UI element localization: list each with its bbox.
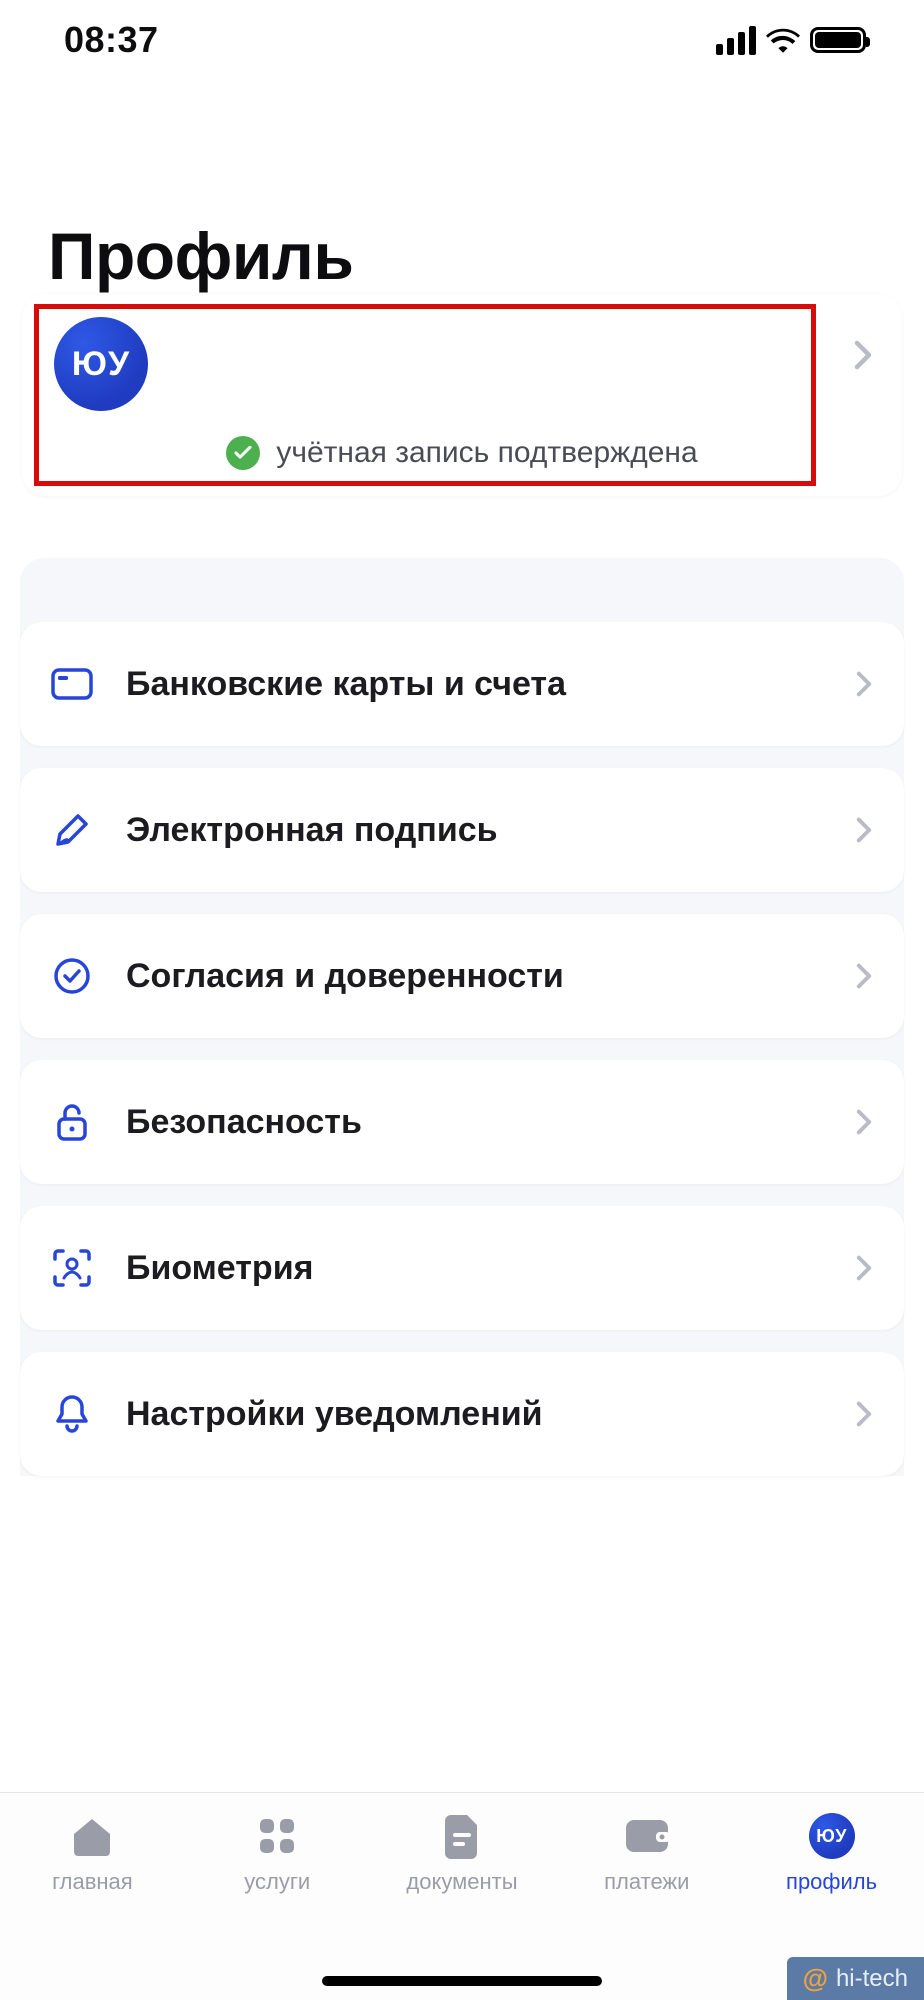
chevron-right-icon [856, 1109, 872, 1135]
profile-card[interactable]: ЮУ учётная запись подтверждена [22, 294, 902, 496]
card-icon [48, 660, 96, 708]
pen-icon [48, 806, 96, 854]
battery-icon [810, 27, 866, 53]
verified-label: учётная запись подтверждена [276, 436, 697, 470]
cellular-signal-icon [716, 26, 756, 55]
chevron-right-icon [856, 963, 872, 989]
nav-documents[interactable]: документы [387, 1811, 537, 1895]
chevron-right-icon [854, 340, 872, 370]
wallet-icon [622, 1811, 672, 1861]
list-label: Согласия и доверенности [126, 957, 826, 996]
nav-label: документы [406, 1869, 517, 1895]
watermark: @ hi-tech [787, 1957, 924, 2000]
settings-list: Банковские карты и счета Электронная под… [20, 622, 904, 1476]
home-icon [67, 1811, 117, 1861]
nav-payments[interactable]: платежи [572, 1811, 722, 1895]
watermark-text: hi-tech [836, 1965, 908, 1993]
avatar-icon: ЮУ [807, 1811, 857, 1861]
status-time: 08:37 [64, 19, 159, 61]
nav-profile[interactable]: ЮУ профиль [757, 1811, 907, 1895]
grid-icon [252, 1811, 302, 1861]
list-label: Биометрия [126, 1249, 826, 1288]
check-circle-icon [48, 952, 96, 1000]
list-item-notifications[interactable]: Настройки уведомлений [20, 1352, 904, 1476]
list-item-biometry[interactable]: Биометрия [20, 1206, 904, 1330]
bottom-nav: главная услуги документы платежи ЮУ проф… [0, 1792, 924, 2000]
home-indicator [322, 1976, 602, 1986]
status-indicators [716, 26, 866, 55]
nav-label: услуги [244, 1869, 310, 1895]
list-label: Банковские карты и счета [126, 665, 826, 704]
face-id-icon [48, 1244, 96, 1292]
nav-home[interactable]: главная [17, 1811, 167, 1895]
verified-status: учётная запись подтверждена [48, 436, 876, 470]
nav-label: профиль [786, 1869, 877, 1895]
chevron-right-icon [856, 671, 872, 697]
list-item-esign[interactable]: Электронная подпись [20, 768, 904, 892]
lock-icon [48, 1098, 96, 1146]
wifi-icon [766, 27, 800, 53]
nav-label: главная [52, 1869, 133, 1895]
list-label: Электронная подпись [126, 811, 826, 850]
list-item-consents[interactable]: Согласия и доверенности [20, 914, 904, 1038]
check-badge-icon [226, 436, 260, 470]
nav-label: платежи [604, 1869, 689, 1895]
list-label: Безопасность [126, 1103, 826, 1142]
chevron-right-icon [856, 1255, 872, 1281]
list-label: Настройки уведомлений [126, 1395, 826, 1434]
list-item-security[interactable]: Безопасность [20, 1060, 904, 1184]
document-icon [437, 1811, 487, 1861]
bell-icon [48, 1390, 96, 1438]
watermark-at: @ [803, 1963, 828, 1994]
avatar: ЮУ [54, 317, 148, 411]
chevron-right-icon [856, 817, 872, 843]
page-title: Профиль [48, 218, 904, 294]
nav-services[interactable]: услуги [202, 1811, 352, 1895]
chevron-right-icon [856, 1401, 872, 1427]
status-bar: 08:37 [0, 0, 924, 80]
list-item-cards[interactable]: Банковские карты и счета [20, 622, 904, 746]
